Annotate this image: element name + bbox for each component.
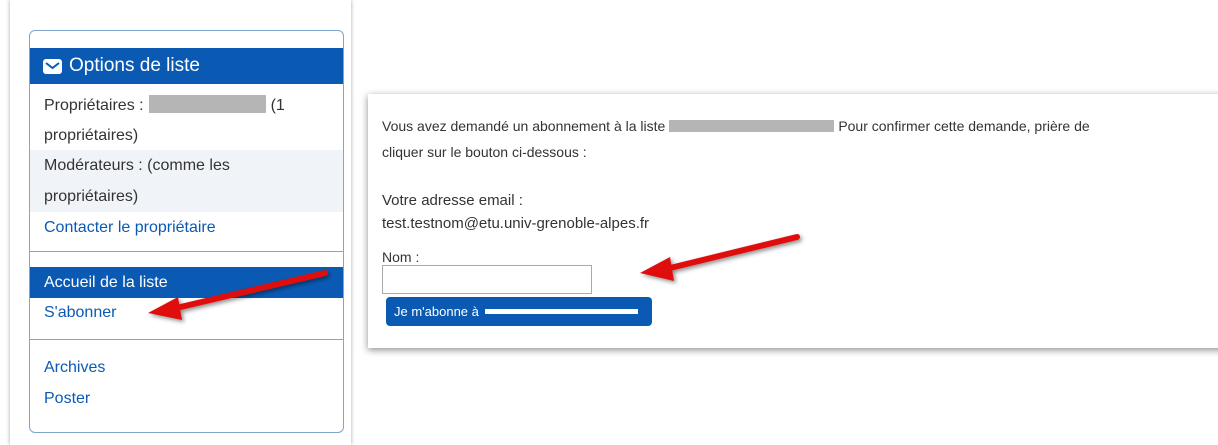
- owners-label: Propriétaires :: [44, 97, 144, 114]
- moderators-line2: propriétaires): [44, 188, 139, 205]
- owners-count: (1: [270, 97, 285, 114]
- email-label: Votre adresse email :: [382, 192, 523, 209]
- divider: [30, 339, 343, 340]
- envelope-icon: [43, 58, 62, 74]
- list-options-sidebar: Options de liste Propriétaires : (1 propr…: [29, 30, 344, 433]
- moderators-line1: Modérateurs : (comme les: [44, 157, 230, 174]
- subscription-panel: Vous avez demandé un abonnement à la lis…: [368, 94, 1218, 348]
- nav-archives[interactable]: Archives: [30, 352, 343, 383]
- intro-line-2: cliquer sur le bouton ci-dessous :: [382, 144, 587, 160]
- redacted-owner: [148, 95, 266, 113]
- intro-start: Vous avez demandé un abonnement à la lis…: [382, 118, 666, 134]
- owners-suffix: propriétaires): [44, 127, 139, 144]
- intro-line-1: Vous avez demandé un abonnement à la lis…: [382, 118, 1090, 134]
- sidebar-title: Options de liste: [69, 55, 200, 76]
- owners-row: Propriétaires : (1: [30, 90, 343, 121]
- nav-home[interactable]: Accueil de la liste: [30, 267, 343, 298]
- divider: [30, 251, 343, 252]
- contact-owner-link[interactable]: Contacter le propriétaire: [30, 212, 343, 243]
- moderators-row: Modérateurs : (comme les: [30, 150, 343, 181]
- nav-subscribe[interactable]: S'abonner: [30, 297, 343, 328]
- nav-post[interactable]: Poster: [30, 383, 343, 414]
- sidebar-header: Options de liste: [30, 48, 343, 84]
- subscribe-button-label: Je m'abonne à: [394, 304, 479, 319]
- email-value: test.testnom@etu.univ-grenoble-alpes.fr: [382, 215, 650, 232]
- owners-suffix-row: propriétaires): [30, 120, 343, 151]
- left-screenshot-frame: Options de liste Propriétaires : (1 propr…: [10, 0, 351, 445]
- subscribe-button[interactable]: Je m'abonne à: [386, 297, 652, 326]
- intro-end: Pour confirmer cette demande, prière de: [838, 118, 1090, 134]
- name-input[interactable]: [382, 265, 592, 294]
- moderators-row-2: propriétaires): [30, 181, 343, 212]
- redacted-list-name: [484, 309, 638, 314]
- redacted-list-name: [669, 120, 835, 132]
- name-label: Nom :: [382, 249, 420, 265]
